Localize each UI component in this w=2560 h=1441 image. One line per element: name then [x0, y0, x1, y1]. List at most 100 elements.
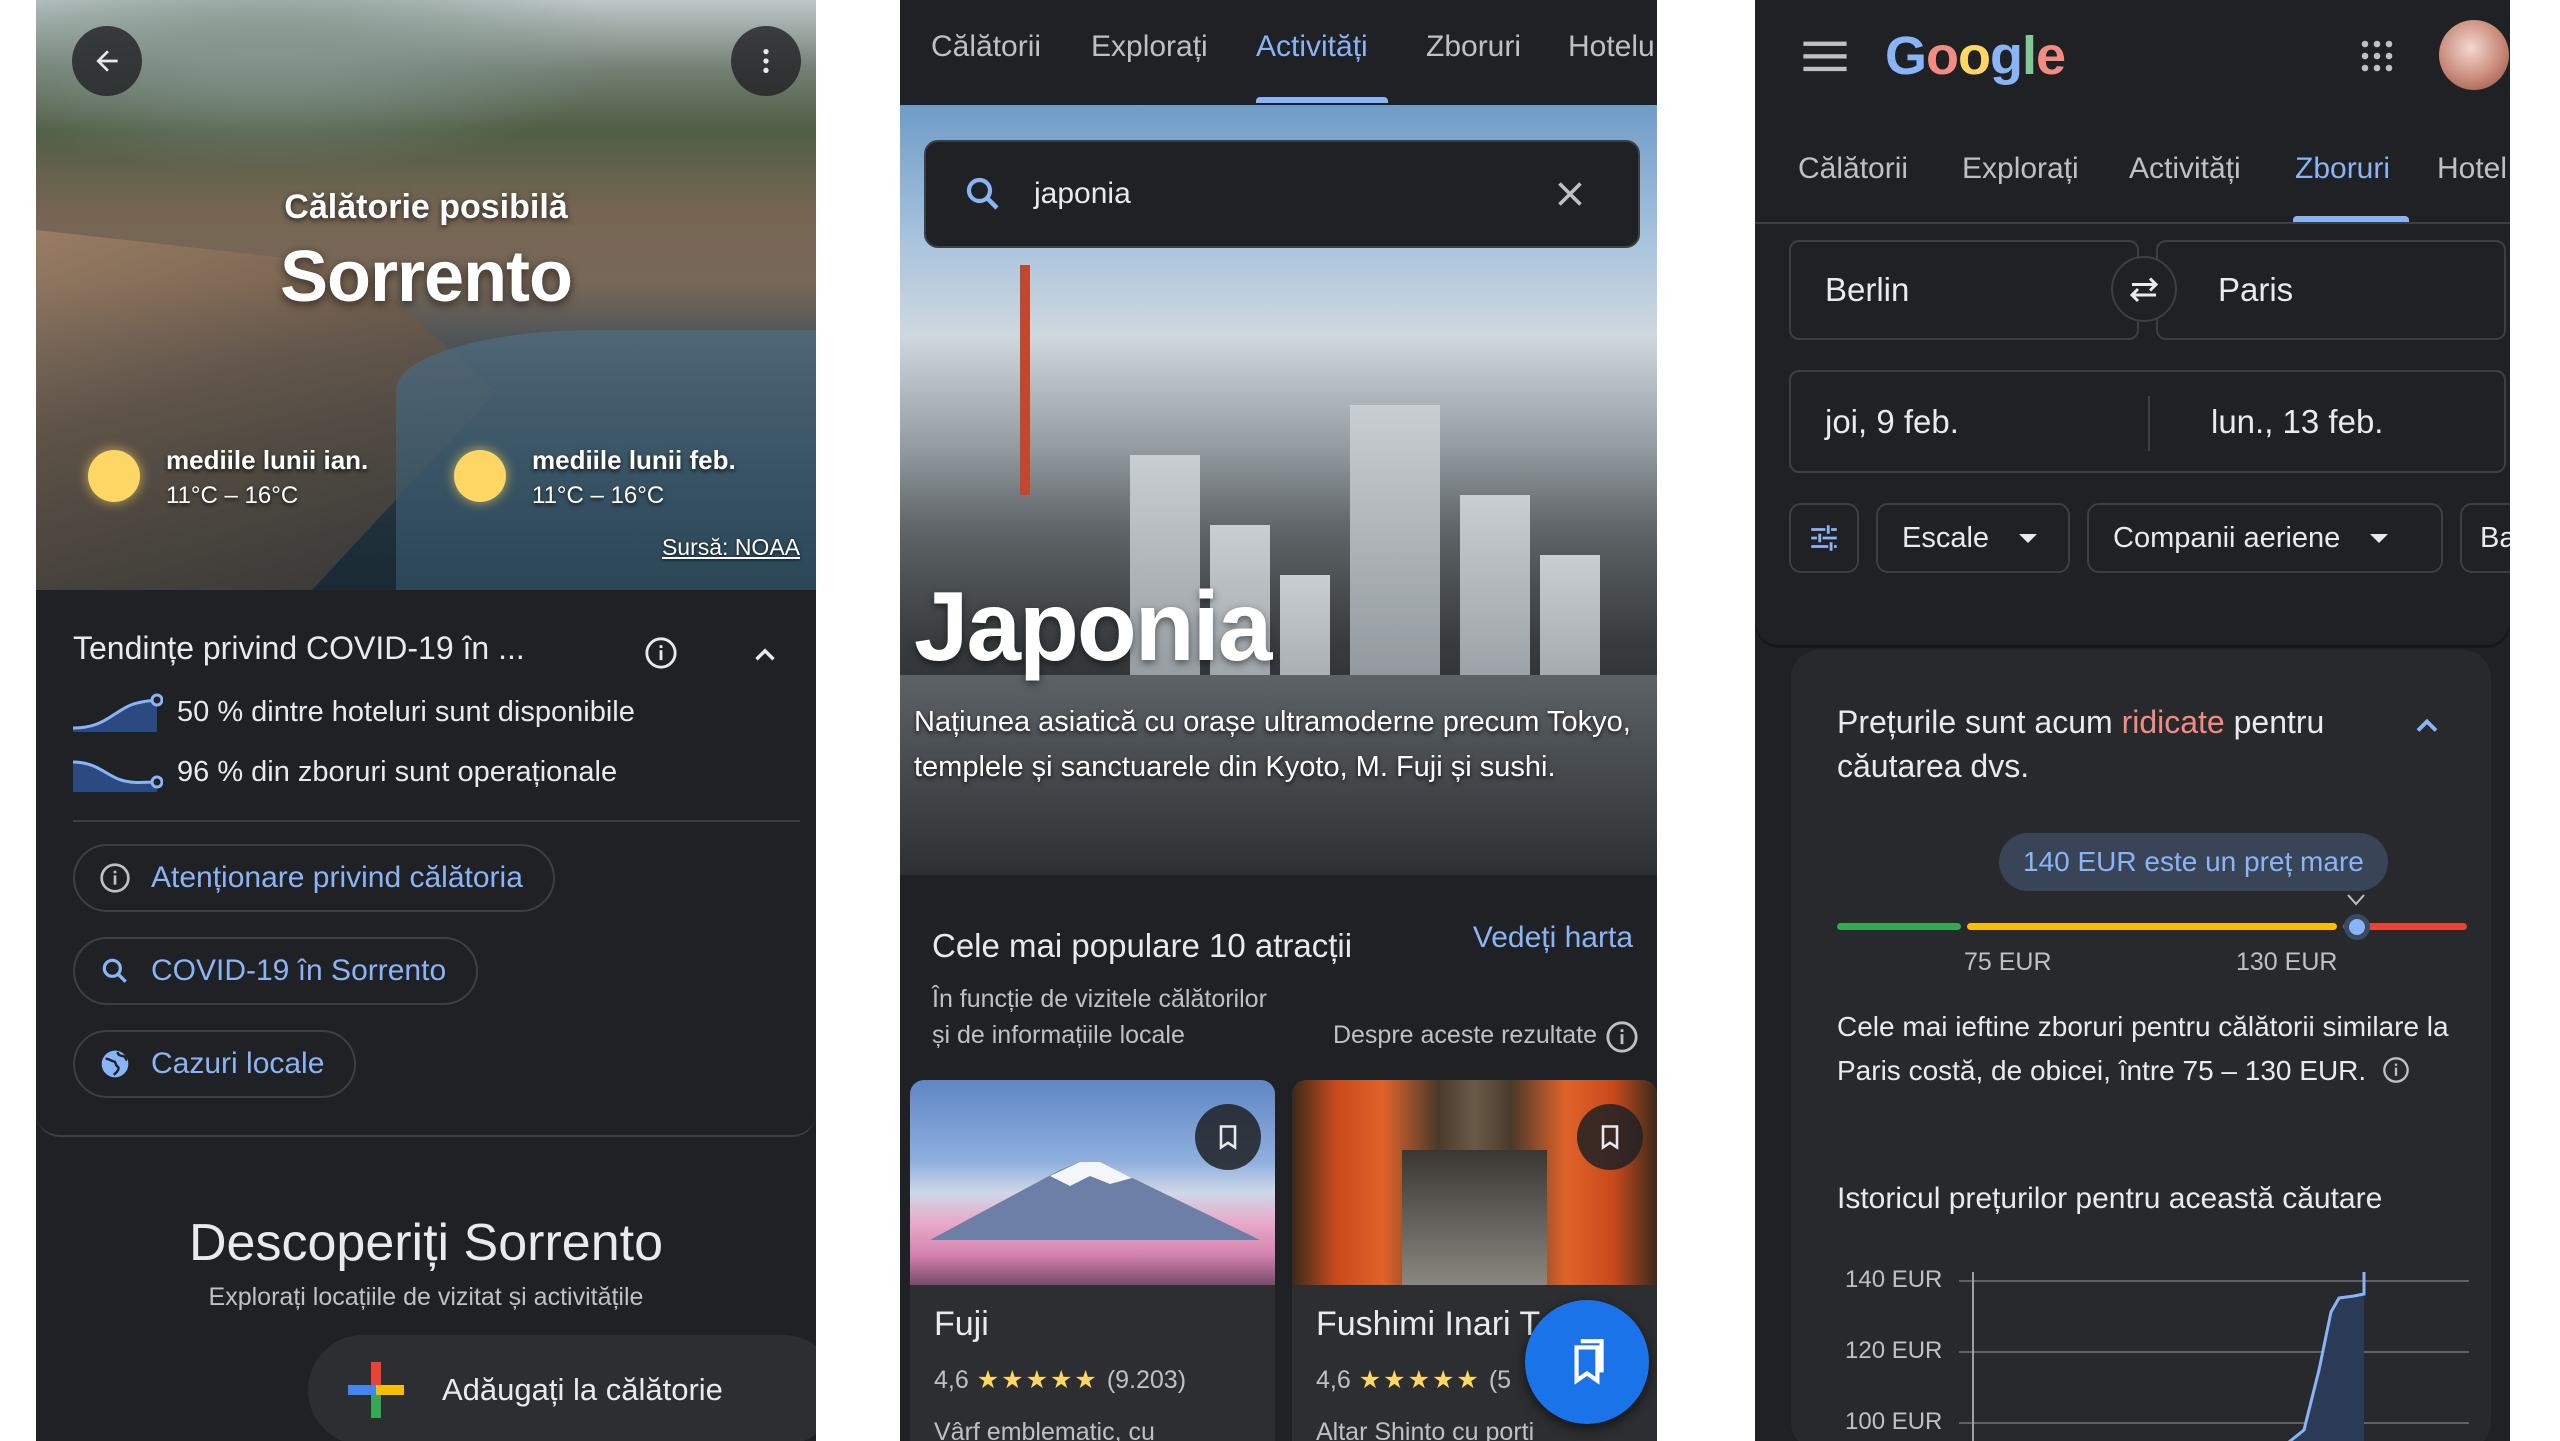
discover-title: Descoperiți Sorrento: [189, 1214, 663, 1272]
tab-flights[interactable]: Zboruri: [1426, 30, 1521, 64]
more-vert-icon: [763, 49, 769, 73]
chip-label: Cazuri locale: [151, 1047, 325, 1080]
place-card-fuji[interactable]: Fuji 4,6 ★★★★★ (9.203) Vârf emblematic, cu: [910, 1080, 1275, 1441]
price-level-highlight: ridicate: [2121, 704, 2225, 740]
return-date[interactable]: lun., 13 feb.: [2211, 403, 2383, 441]
current-price-marker: [2344, 914, 2370, 940]
review-count: (9.203): [1106, 1366, 1187, 1394]
search-input[interactable]: japonia: [1034, 177, 1131, 211]
menu-icon[interactable]: [1803, 38, 1847, 74]
typical-price-range-bar: [1967, 923, 2337, 930]
search-icon: [102, 958, 127, 983]
bags-filter[interactable]: Ba: [2460, 503, 2510, 573]
avatar[interactable]: [2439, 20, 2509, 90]
price-insight-title: Prețurile sunt acum ridicate pentru căut…: [1837, 700, 2397, 788]
tune-icon: [1811, 525, 1837, 551]
travel-advisory-chip[interactable]: Atenționare privind călătoria: [73, 844, 555, 912]
local-cases-chip[interactable]: Cazuri locale: [73, 1030, 357, 1098]
rating-value: 4,6: [1316, 1366, 1351, 1394]
close-icon[interactable]: [1552, 176, 1588, 212]
weather-jan-label: mediile lunii ian.: [166, 445, 369, 475]
tab-activities[interactable]: Activități: [2129, 152, 2241, 186]
destination-field[interactable]: Paris: [2156, 240, 2506, 340]
date-field[interactable]: joi, 9 feb. lun., 13 feb.: [1789, 370, 2506, 473]
filter-label: Companii aeriene: [2113, 521, 2341, 554]
destination-title: Japonia: [914, 571, 1272, 681]
chevron-up-icon[interactable]: [2409, 708, 2445, 744]
google-logo: Google: [1885, 26, 2066, 86]
divider: [1755, 222, 2510, 224]
covid-search-chip[interactable]: COVID-19 în Sorrento: [73, 937, 479, 1005]
hotels-trend: 50 % dintre hoteluri sunt disponibile: [73, 692, 635, 732]
airlines-filter[interactable]: Companii aeriene: [2087, 503, 2443, 573]
tab-bar: Călătorii Explorați Activități Zboruri H…: [900, 0, 1657, 105]
weather-source-link[interactable]: Sursă: NOAA: [662, 534, 800, 561]
app-header: Google: [1755, 0, 2510, 120]
tab-activities[interactable]: Activități: [1256, 30, 1368, 64]
depart-date[interactable]: joi, 9 feb.: [1825, 403, 1959, 441]
price-history-title: Istoricul prețurilor pentru această căut…: [1837, 1182, 2383, 1215]
star-icons: ★★★★★: [1358, 1366, 1481, 1394]
add-to-trip-button[interactable]: Adăugați la călătorie: [308, 1335, 816, 1441]
weather-feb-temp: 11°C – 16°C: [532, 482, 665, 509]
info-icon[interactable]: [1605, 1020, 1639, 1054]
tab-explore[interactable]: Explorați: [1962, 152, 2079, 186]
tab-hotels[interactable]: Hotel: [2437, 152, 2507, 186]
tab-flights[interactable]: Zboruri: [2295, 152, 2390, 186]
destination-value: Paris: [2218, 271, 2294, 308]
divider: [73, 820, 800, 822]
apps-icon[interactable]: [2359, 38, 2395, 74]
star-icons: ★★★★★: [976, 1366, 1099, 1394]
stops-filter[interactable]: Escale: [1876, 503, 2070, 573]
japan-activities-screen: Călătorii Explorați Activități Zboruri H…: [900, 0, 1657, 1441]
swap-button[interactable]: [2111, 256, 2177, 322]
y-axis-label: 100 EUR: [1845, 1408, 1943, 1435]
search-field[interactable]: japonia: [924, 140, 1640, 248]
flights-screen: Google Călătorii Explorați Activități Zb…: [1755, 0, 2510, 1441]
bookmark-icon: [1219, 1125, 1237, 1150]
more-options-button[interactable]: [731, 26, 801, 96]
attractions-subtitle: În funcție de vizitele călătorilor și de…: [932, 981, 1267, 1053]
tab-trips[interactable]: Călătorii: [1798, 152, 1908, 186]
all-filters-button[interactable]: [1789, 503, 1859, 573]
sun-icon: [454, 450, 506, 502]
info-icon[interactable]: [644, 636, 678, 670]
insight-title-text: Prețurile sunt acum: [1837, 704, 2122, 740]
origin-field[interactable]: Berlin: [1789, 240, 2139, 340]
price-history-chart: [1959, 1272, 2469, 1441]
low-price-range-bar: [1837, 923, 1961, 930]
sorrento-trip-screen: Călătorie posibilă Sorrento mediile luni…: [36, 0, 816, 1441]
view-map-link[interactable]: Vedeți harta: [1473, 921, 1633, 955]
swap-icon: [2129, 277, 2159, 303]
tab-hotels[interactable]: Hotelu: [1568, 30, 1655, 64]
place-name: Fuji: [934, 1305, 989, 1343]
dropdown-caret-icon: [2370, 533, 2389, 543]
tab-trips[interactable]: Călătorii: [931, 30, 1041, 64]
trend-down-icon: [73, 760, 163, 792]
destination-description: Națiunea asiatică cu orașe ultramoderne …: [914, 706, 1631, 783]
save-button[interactable]: [1577, 1104, 1643, 1170]
place-description: Vârf emblematic, cu: [934, 1418, 1155, 1441]
discover-subtitle: Explorați locațiile de vizitat și activi…: [208, 1283, 644, 1311]
about-results-link[interactable]: Despre aceste rezultate: [1333, 1021, 1597, 1050]
bookmark-icon: [1601, 1125, 1619, 1150]
y-axis-label: 120 EUR: [1845, 1337, 1943, 1364]
y-axis-label: 140 EUR: [1845, 1266, 1943, 1293]
chip-label: COVID-19 în Sorrento: [151, 954, 447, 987]
chevron-up-icon[interactable]: [748, 638, 782, 672]
save-button[interactable]: [1195, 1104, 1261, 1170]
attractions-subtitle-line: și de informațiile locale: [932, 1021, 1185, 1049]
add-to-trip-label: Adăugați la călătorie: [442, 1372, 723, 1407]
range-low-label: 75 EUR: [1964, 948, 2052, 976]
tab-explore[interactable]: Explorați: [1091, 30, 1208, 64]
search-panel-bottom: [1755, 605, 2510, 645]
attractions-subtitle-line: În funcție de vizitele călătorilor: [932, 985, 1267, 1013]
place-description: Altar Shinto cu porți: [1316, 1418, 1535, 1441]
info-icon[interactable]: [2382, 1056, 2410, 1084]
saved-items-fab[interactable]: [1525, 1300, 1649, 1424]
chip-label: Atenționare privind călătoria: [151, 861, 523, 894]
back-button[interactable]: [72, 26, 142, 96]
place-name: Fushimi Inari T: [1316, 1305, 1541, 1343]
arrow-left-icon: [96, 50, 118, 72]
typical-price-text: Cele mai ieftine zboruri pentru călători…: [1837, 1005, 2457, 1093]
